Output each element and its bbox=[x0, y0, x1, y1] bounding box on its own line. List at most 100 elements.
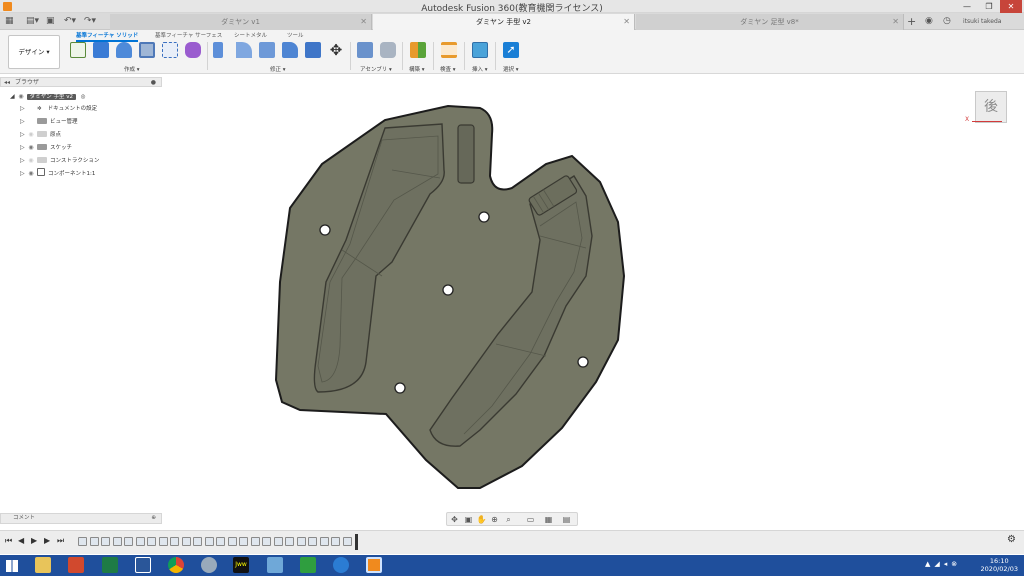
timeline-step-icon[interactable] bbox=[239, 537, 248, 546]
close-tab-icon[interactable]: ✕ bbox=[623, 14, 630, 30]
measure-icon[interactable] bbox=[441, 42, 457, 58]
expand-triangle-icon[interactable]: ▷ bbox=[20, 116, 27, 127]
tree-item-named-views[interactable]: ▷ ビュー管理 bbox=[20, 116, 78, 127]
shell-icon[interactable] bbox=[282, 42, 298, 58]
group-create-label[interactable]: 作成 ▾ bbox=[124, 65, 140, 73]
tree-item-construction[interactable]: ▷ ◉ コンストラクション bbox=[20, 155, 99, 166]
new-component-icon[interactable] bbox=[357, 42, 373, 58]
orbit-icon[interactable]: ✥ bbox=[449, 514, 460, 525]
hole-icon[interactable] bbox=[139, 42, 155, 58]
timeline-step-icon[interactable] bbox=[262, 537, 271, 546]
group-inspect-label[interactable]: 検査 ▾ bbox=[440, 65, 456, 73]
visibility-eye-icon[interactable]: ◉ bbox=[27, 129, 35, 140]
user-name[interactable]: itsuki takeda bbox=[963, 15, 1001, 28]
tab-design-foot-v8[interactable]: ダミヤン 足型 v8* ✕ bbox=[636, 14, 904, 30]
look-at-icon[interactable]: ▣ bbox=[463, 514, 474, 525]
timeline-step-icon[interactable] bbox=[101, 537, 110, 546]
press-pull-icon[interactable] bbox=[213, 42, 223, 58]
jw-cad-icon[interactable]: Jww bbox=[233, 557, 249, 573]
apps-grid-icon[interactable]: ▦ bbox=[5, 15, 14, 28]
go-to-start-icon[interactable]: ⏮ bbox=[5, 536, 12, 546]
word-icon[interactable] bbox=[135, 557, 151, 573]
fusion-360-icon[interactable] bbox=[366, 557, 382, 573]
group-modify-label[interactable]: 修正 ▾ bbox=[270, 65, 286, 73]
group-select-label[interactable]: 選択 ▾ bbox=[503, 65, 519, 73]
timeline-settings-icon[interactable]: ⚙ bbox=[1007, 534, 1016, 545]
step-forward-icon[interactable]: ▶ bbox=[44, 536, 50, 545]
tree-item-document-settings[interactable]: ▷ ✲ ドキュメントの設定 bbox=[20, 103, 97, 114]
tab-design-v1[interactable]: ダミヤン v1 ✕ bbox=[110, 14, 372, 30]
grid-icon[interactable]: ▦ bbox=[543, 514, 554, 525]
insert-image-icon[interactable] bbox=[472, 42, 488, 58]
expand-triangle-icon[interactable]: ◢ bbox=[10, 91, 17, 102]
close-tab-icon[interactable]: ✕ bbox=[360, 14, 367, 30]
group-construct-label[interactable]: 構築 ▾ bbox=[409, 65, 425, 73]
move-icon[interactable]: ✥ bbox=[328, 42, 344, 58]
timeline-step-icon[interactable] bbox=[285, 537, 294, 546]
store-icon[interactable] bbox=[300, 557, 316, 573]
timeline-step-icon[interactable] bbox=[204, 537, 214, 546]
workspace-switcher-button[interactable]: デザイン ▾ bbox=[8, 35, 60, 69]
tab-solid[interactable]: 基準フィーチャ ソリッド bbox=[76, 31, 139, 42]
select-icon[interactable]: ➚ bbox=[503, 42, 519, 58]
tree-item-component[interactable]: ▷ ◉ コンポーネント1:1 bbox=[20, 168, 95, 179]
tree-root[interactable]: ◢ ◉ ダミヤン 手型 v2 ◎ bbox=[10, 91, 86, 102]
fillet-icon[interactable] bbox=[236, 42, 252, 58]
tab-surface[interactable]: 基準フィーチャ サーフェス bbox=[155, 31, 222, 39]
expand-triangle-icon[interactable]: ▷ bbox=[20, 142, 27, 153]
tab-design-hand-v2[interactable]: ダミヤン 手型 v2 ✕ bbox=[373, 14, 635, 30]
offset-plane-icon[interactable] bbox=[410, 42, 426, 58]
powerpoint-icon[interactable] bbox=[68, 557, 84, 573]
activate-radio-icon[interactable]: ◎ bbox=[81, 94, 86, 100]
form-icon[interactable] bbox=[185, 42, 201, 58]
timeline-marker[interactable] bbox=[355, 534, 358, 550]
play-icon[interactable]: ▶ bbox=[31, 536, 37, 545]
file-explorer-icon[interactable] bbox=[35, 557, 51, 573]
restore-button[interactable]: ❐ bbox=[978, 0, 1000, 13]
file-menu-icon[interactable]: ▤▾ bbox=[26, 15, 39, 28]
redo-icon[interactable]: ↷▾ bbox=[84, 15, 96, 28]
minimize-button[interactable]: — bbox=[956, 0, 978, 13]
pan-icon[interactable]: ✋ bbox=[476, 514, 487, 525]
timeline-step-icon[interactable] bbox=[181, 537, 191, 546]
timeline-step-icon[interactable] bbox=[89, 537, 99, 546]
visibility-eye-icon[interactable]: ◉ bbox=[27, 155, 35, 166]
model-viewport[interactable] bbox=[270, 100, 635, 495]
view-cube[interactable]: 後 bbox=[975, 91, 1007, 123]
expand-triangle-icon[interactable]: ▷ bbox=[20, 168, 27, 179]
expand-triangle-icon[interactable]: ▷ bbox=[20, 129, 27, 140]
timeline-step-icon[interactable] bbox=[308, 537, 317, 546]
tab-sheet-metal[interactable]: シートメタル bbox=[234, 31, 267, 39]
timeline-step-icon[interactable] bbox=[273, 537, 283, 546]
notebook-icon[interactable] bbox=[267, 557, 283, 573]
visibility-eye-icon[interactable]: ◉ bbox=[27, 168, 35, 179]
timeline-step-icon[interactable] bbox=[296, 537, 306, 546]
group-assemble-label[interactable]: アセンブリ ▾ bbox=[360, 65, 392, 73]
viewports-icon[interactable]: ▤ bbox=[561, 514, 572, 525]
settings-icon[interactable] bbox=[201, 557, 217, 573]
timeline-step-icon[interactable] bbox=[78, 537, 87, 546]
timeline-step-icon[interactable] bbox=[216, 537, 225, 546]
display-settings-icon[interactable]: ▭ bbox=[525, 514, 536, 525]
timeline-step-icon[interactable] bbox=[319, 537, 329, 546]
comment-panel[interactable]: コメント ⊕ bbox=[0, 513, 162, 524]
go-to-end-icon[interactable]: ⏭ bbox=[57, 536, 64, 546]
timeline-step-icon[interactable] bbox=[342, 537, 352, 546]
tray-icons[interactable]: ▲◢◂⊗ bbox=[925, 560, 961, 568]
timeline-step-icon[interactable] bbox=[135, 537, 145, 546]
visibility-eye-icon[interactable]: ◉ bbox=[17, 91, 25, 102]
group-insert-label[interactable]: 挿入 ▾ bbox=[472, 65, 488, 73]
close-tab-icon[interactable]: ✕ bbox=[892, 14, 899, 30]
timeline-step-icon[interactable] bbox=[147, 537, 156, 546]
new-tab-icon[interactable]: + bbox=[907, 15, 916, 28]
start-button[interactable] bbox=[6, 560, 18, 572]
visibility-eye-icon[interactable]: ◉ bbox=[27, 142, 35, 153]
tree-item-sketches[interactable]: ▷ ◉ スケッチ bbox=[20, 142, 72, 153]
zoom-window-icon[interactable]: ⌕ bbox=[503, 514, 514, 525]
timeline-step-icon[interactable] bbox=[112, 537, 122, 546]
timeline-step-icon[interactable] bbox=[250, 537, 260, 546]
pattern-icon[interactable] bbox=[162, 42, 178, 58]
joint-icon[interactable] bbox=[380, 42, 396, 58]
undo-icon[interactable]: ↶▾ bbox=[64, 15, 76, 28]
zoom-icon[interactable]: ⊕ bbox=[489, 514, 500, 525]
